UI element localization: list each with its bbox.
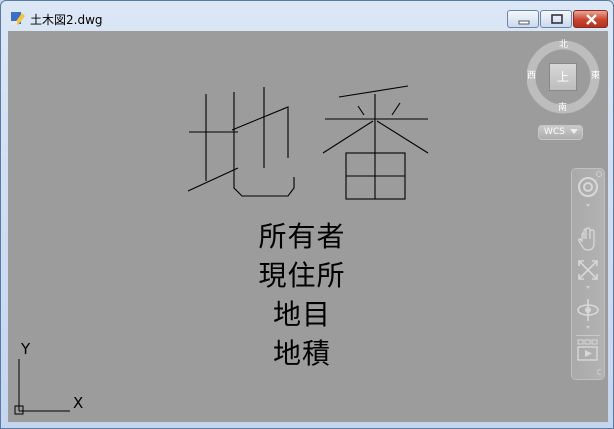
steering-wheel-dropdown[interactable] [575, 201, 601, 211]
minimize-icon [518, 20, 530, 25]
viewcube[interactable]: 北 南 東 西 上 [527, 41, 601, 115]
showmotion-icon [577, 339, 598, 361]
close-icon [586, 14, 597, 25]
maximize-icon [551, 14, 563, 24]
options-dot-icon [597, 369, 601, 375]
chevron-down-icon [570, 129, 578, 134]
chevron-down-icon [586, 286, 590, 289]
application-window: 土木図2.dwg 所有者 現住所 地目 地積 Y X 北 南 東 西 上 WCS [0, 0, 614, 429]
steering-wheel-button[interactable] [575, 175, 601, 201]
pan-button[interactable] [575, 227, 601, 253]
compass-west[interactable]: 西 [527, 72, 536, 81]
steering-wheel-icon [578, 177, 598, 197]
minimize-button[interactable] [507, 10, 539, 28]
navbar-divider [576, 335, 600, 336]
orbit-button[interactable] [575, 297, 601, 323]
showmotion-button[interactable] [575, 338, 601, 364]
ucs-y-label: Y [21, 340, 31, 358]
big-char-ban [322, 85, 429, 200]
window-title: 土木図2.dwg [30, 13, 103, 27]
autocad-app-icon[interactable] [10, 10, 26, 26]
zoom-extents-button[interactable] [575, 257, 601, 283]
orbit-icon [577, 299, 599, 321]
text-land-category: 地目 [272, 298, 331, 331]
zoom-dropdown[interactable] [575, 283, 601, 293]
text-address: 現住所 [258, 259, 346, 292]
title-bar[interactable]: 土木図2.dwg [1, 1, 613, 31]
orbit-dropdown[interactable] [575, 323, 601, 333]
maximize-button[interactable] [540, 10, 572, 28]
ucs-x-label: X [73, 394, 84, 412]
ucs-icon: Y X [8, 331, 98, 421]
chevron-down-icon [586, 204, 590, 207]
viewcube-top-face[interactable]: 上 [549, 63, 577, 91]
wcs-label: WCS [544, 127, 565, 137]
compass-south[interactable]: 南 [558, 104, 567, 113]
close-button[interactable] [573, 10, 608, 28]
navbar-corner-dot-icon [596, 171, 602, 177]
navbar-options[interactable] [575, 367, 601, 377]
text-owner: 所有者 [258, 220, 346, 253]
compass-north[interactable]: 北 [559, 41, 568, 50]
big-char-chi [187, 87, 295, 197]
compass-east[interactable]: 東 [591, 72, 600, 81]
drawing-canvas[interactable]: 所有者 現住所 地目 地積 Y X 北 南 東 西 上 WCS [8, 31, 608, 422]
pan-hand-icon [578, 227, 595, 251]
wcs-menu-button[interactable]: WCS [538, 125, 583, 140]
chevron-down-icon [586, 326, 590, 329]
navigation-bar [571, 168, 605, 380]
zoom-extents-icon [578, 260, 598, 280]
